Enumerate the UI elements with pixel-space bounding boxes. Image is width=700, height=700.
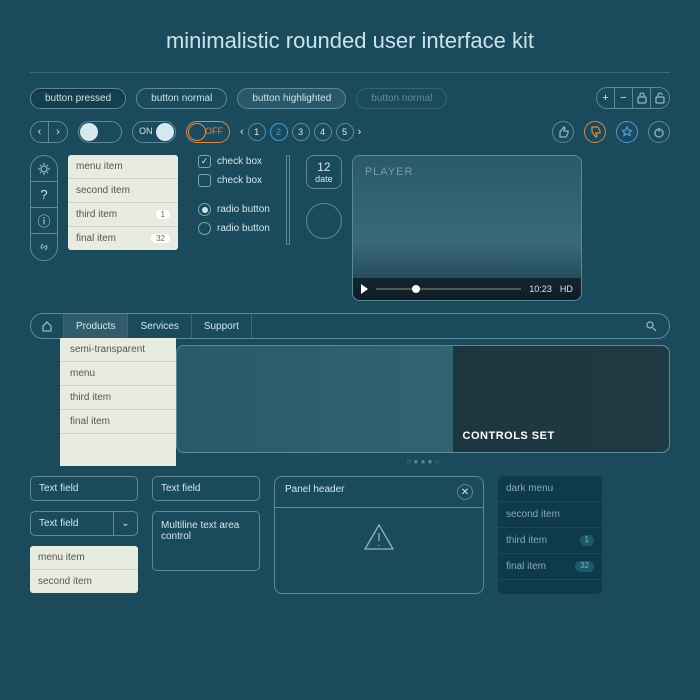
chevron-right-icon[interactable]: ›: [49, 122, 67, 142]
button-highlighted[interactable]: button highlighted: [237, 88, 346, 109]
select-field[interactable]: Text field⌄: [30, 511, 138, 536]
player-label: PLAYER: [365, 166, 414, 178]
button-normal[interactable]: button normal: [136, 88, 227, 109]
lock-icon[interactable]: [633, 88, 651, 108]
checkbox-checked[interactable]: ✓check box: [198, 155, 270, 168]
pager-arrows: ‹ ›: [30, 121, 68, 143]
play-icon[interactable]: [361, 284, 368, 294]
textarea[interactable]: Multiline text area control: [152, 511, 260, 571]
star-icon[interactable]: [616, 121, 638, 143]
dropdown-item[interactable]: menu item: [30, 546, 138, 570]
power-icon[interactable]: [648, 121, 670, 143]
menu-item[interactable]: menu item: [68, 155, 178, 179]
search-icon[interactable]: [633, 314, 669, 338]
chevron-left-icon[interactable]: ‹: [31, 122, 49, 142]
pagination: ‹ 1 2 3 4 5 ›: [240, 123, 361, 141]
menu-item[interactable]: final item32: [68, 227, 178, 250]
page-1[interactable]: 1: [248, 123, 266, 141]
menu-item[interactable]: third item1: [68, 203, 178, 227]
help-icon[interactable]: ?: [31, 182, 57, 208]
toggle-off-highlighted[interactable]: OFF: [186, 121, 230, 143]
page-5[interactable]: 5: [336, 123, 354, 141]
dark-menu: dark menu second item third item1 final …: [498, 476, 602, 594]
page-title: minimalistic rounded user interface kit: [30, 28, 670, 54]
dropdown-item[interactable]: menu: [60, 362, 176, 386]
divider: [30, 72, 670, 73]
progress-track[interactable]: [376, 288, 521, 290]
nav-dropdown: semi-transparent menu third item final i…: [60, 338, 176, 466]
button-disabled: button normal: [356, 88, 447, 109]
nav-support[interactable]: Support: [192, 314, 252, 338]
knob-dial[interactable]: [306, 203, 342, 239]
menu-item[interactable]: second item: [498, 502, 602, 528]
select-dropdown: menu item second item: [30, 546, 138, 593]
gear-icon[interactable]: [31, 156, 57, 182]
unlock-icon[interactable]: [651, 88, 669, 108]
warning-icon: [361, 521, 397, 553]
slider-vertical[interactable]: [286, 155, 290, 245]
menu-item[interactable]: second item: [68, 179, 178, 203]
page-4[interactable]: 4: [314, 123, 332, 141]
icon-column: ? ⓘ: [30, 155, 58, 261]
hero-label: CONTROLS SET: [463, 430, 555, 442]
carousel-dots[interactable]: ○ ● ● ● ○: [176, 457, 670, 466]
dropdown-item[interactable]: final item: [60, 410, 176, 434]
light-menu: menu item second item third item1 final …: [68, 155, 178, 250]
toggle-off[interactable]: [78, 121, 122, 143]
panel-header: Panel header: [285, 484, 345, 500]
info-icon[interactable]: ⓘ: [31, 208, 57, 234]
menu-item[interactable]: dark menu: [498, 476, 602, 502]
nav-products[interactable]: Products: [64, 314, 128, 338]
chevron-left-icon[interactable]: ‹: [240, 126, 244, 138]
text-field[interactable]: Text field: [152, 476, 260, 501]
close-icon[interactable]: ✕: [457, 484, 473, 500]
minus-icon[interactable]: −: [615, 88, 633, 108]
plus-icon[interactable]: +: [597, 88, 615, 108]
chevron-right-icon[interactable]: ›: [358, 126, 362, 138]
date-widget[interactable]: 12date: [306, 155, 342, 189]
dropdown-item[interactable]: semi-transparent: [60, 338, 176, 362]
menu-item[interactable]: third item1: [498, 528, 602, 554]
thumbs-down-icon[interactable]: [584, 121, 606, 143]
checkbox-unchecked[interactable]: check box: [198, 174, 270, 187]
dropdown-item[interactable]: second item: [30, 570, 138, 593]
nav-bar: Products Services Support: [30, 313, 670, 339]
chevron-down-icon[interactable]: ⌄: [113, 512, 137, 535]
text-field[interactable]: Text field: [30, 476, 138, 501]
toggle-on[interactable]: ON: [132, 121, 176, 143]
alert-panel: Panel header ✕: [274, 476, 484, 594]
radio-unselected[interactable]: radio button: [198, 222, 270, 235]
page-3[interactable]: 3: [292, 123, 310, 141]
player-time: 10:23: [529, 284, 552, 294]
icon-group: + −: [596, 87, 670, 109]
menu-item[interactable]: final item32: [498, 554, 602, 580]
button-pressed[interactable]: button pressed: [30, 88, 126, 109]
dropdown-item[interactable]: third item: [60, 386, 176, 410]
home-icon[interactable]: [31, 314, 64, 338]
hero-panel[interactable]: CONTROLS SET: [176, 345, 670, 453]
video-player[interactable]: PLAYER 10:23 HD: [352, 155, 582, 301]
radio-selected[interactable]: radio button: [198, 203, 270, 216]
link-icon[interactable]: [31, 234, 57, 260]
page-2[interactable]: 2: [270, 123, 288, 141]
thumbs-up-icon[interactable]: [552, 121, 574, 143]
nav-services[interactable]: Services: [128, 314, 191, 338]
hd-badge: HD: [560, 284, 573, 294]
